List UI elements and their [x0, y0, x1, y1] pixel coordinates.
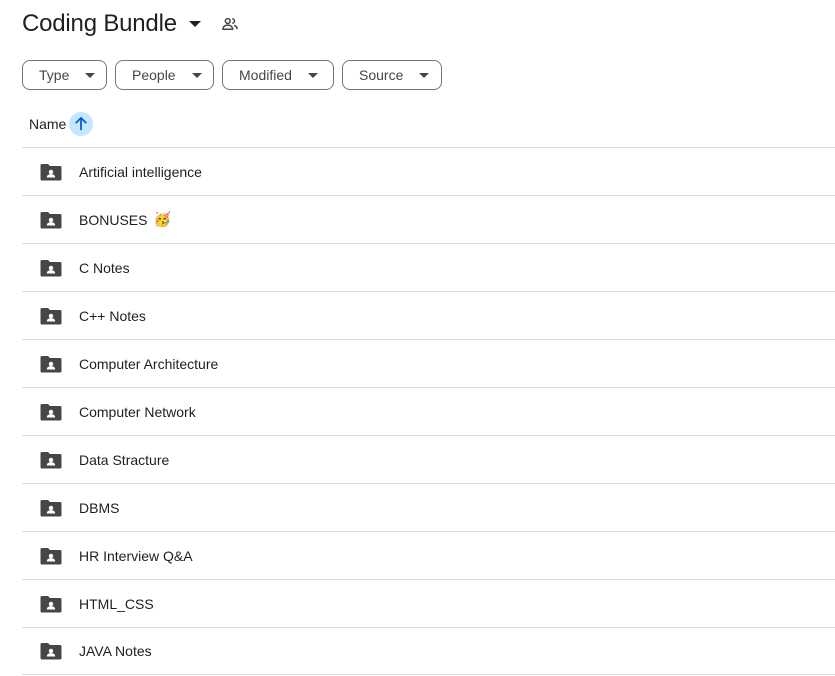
folder-name: BONUSES: [79, 211, 148, 228]
name-column-header[interactable]: Name: [29, 111, 94, 137]
drive-folder-view: Coding Bundle Type People Modified Sourc…: [0, 0, 835, 676]
source-filter-label: Source: [359, 67, 404, 83]
shared-folder-icon: [40, 403, 62, 421]
folder-name: HR Interview Q&A: [79, 547, 193, 564]
caret-down-icon: [419, 72, 430, 78]
shared-folder-icon: [40, 595, 62, 613]
caret-down-icon: [85, 72, 96, 78]
folder-list: Artificial intelligence BONUSES 🥳 C Notes C+…: [22, 147, 835, 675]
folder-name: HTML_CSS: [79, 595, 154, 612]
folder-row[interactable]: DBMS: [22, 483, 835, 531]
arrow-up-icon: [75, 117, 88, 131]
folder-row[interactable]: HTML_CSS: [22, 579, 835, 627]
folder-row[interactable]: BONUSES 🥳: [22, 195, 835, 243]
caret-down-icon: [191, 72, 202, 78]
folder-row[interactable]: Computer Network: [22, 387, 835, 435]
folder-name: Computer Network: [79, 403, 196, 420]
shared-folder-icon: [40, 355, 62, 373]
type-filter-label: Type: [39, 67, 70, 83]
shared-folder-icon: [40, 642, 62, 660]
modified-filter-label: Modified: [239, 67, 292, 83]
party-emoji: 🥳: [153, 211, 171, 227]
folder-menu-button[interactable]: [185, 14, 205, 34]
folder-name: Artificial intelligence: [79, 163, 202, 180]
folder-name: Computer Architecture: [79, 355, 219, 372]
caret-down-icon: [307, 72, 318, 78]
shared-folder-icon: [40, 163, 62, 181]
title-row: Coding Bundle: [22, 6, 241, 42]
sort-direction-button[interactable]: [69, 112, 94, 136]
shared-folder-icon: [40, 211, 62, 229]
folder-name: C++ Notes: [79, 307, 146, 324]
folder-row[interactable]: Computer Architecture: [22, 339, 835, 387]
folder-row[interactable]: Artificial intelligence: [22, 147, 835, 195]
modified-filter-chip[interactable]: Modified: [222, 60, 334, 90]
shared-folder-icon: [40, 307, 62, 325]
shared-folder-icon: [40, 547, 62, 565]
folder-row[interactable]: C Notes: [22, 243, 835, 291]
source-filter-chip[interactable]: Source: [342, 60, 442, 90]
shared-folder-icon: [40, 259, 62, 277]
shared-folder-icon: [40, 451, 62, 469]
people-filter-label: People: [132, 67, 176, 83]
page-title: Coding Bundle: [22, 10, 177, 37]
folder-name: C Notes: [79, 259, 130, 276]
folder-row[interactable]: HR Interview Q&A: [22, 531, 835, 579]
folder-row[interactable]: JAVA Notes: [22, 627, 835, 675]
folder-row[interactable]: Data Stracture: [22, 435, 835, 483]
shared-folder-icon: [40, 499, 62, 517]
caret-down-icon: [188, 21, 201, 27]
type-filter-chip[interactable]: Type: [22, 60, 107, 90]
folder-name: DBMS: [79, 499, 120, 516]
folder-row[interactable]: C++ Notes: [22, 291, 835, 339]
shared-people-icon[interactable]: [219, 13, 241, 35]
folder-name: Data Stracture: [79, 451, 170, 468]
name-column-label: Name: [29, 116, 67, 132]
filter-chips: Type People Modified Source: [22, 60, 442, 90]
people-filter-chip[interactable]: People: [115, 60, 214, 90]
folder-name: JAVA Notes: [79, 643, 152, 659]
